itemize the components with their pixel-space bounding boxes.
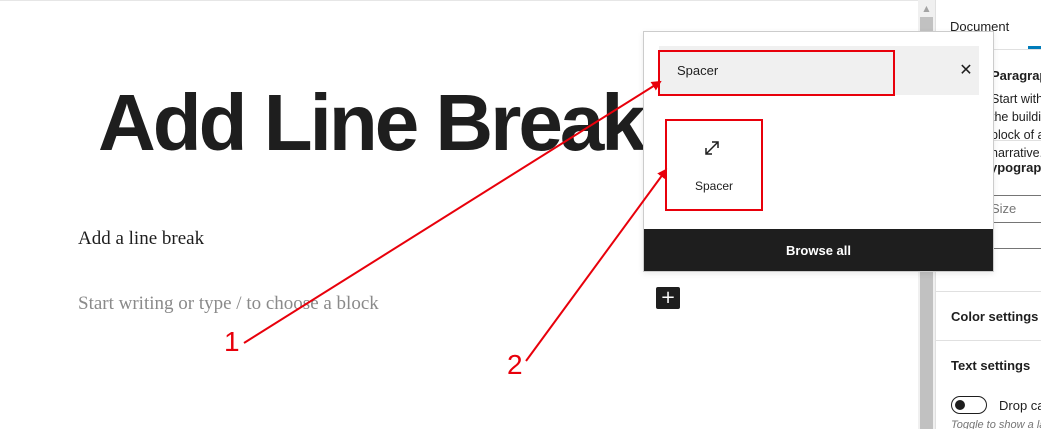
drop-cap-label: Drop cap [999,398,1041,413]
block-search: ✕ [659,46,979,95]
block-result-spacer[interactable]: Spacer [666,122,762,210]
browse-all-button[interactable]: Browse all [644,229,993,271]
block-card-title: Paragraph [991,68,1041,83]
top-divider [0,0,918,1]
scroll-up-arrow-icon[interactable]: ▲ [918,0,935,17]
sidebar-divider [936,291,1041,292]
text-settings-panel[interactable]: Text settings [951,358,1030,373]
empty-block-placeholder[interactable]: Start writing or type / to choose a bloc… [78,293,379,315]
drop-cap-toggle[interactable] [951,396,987,414]
block-result-label: Spacer [694,179,734,193]
color-settings-panel[interactable]: Color settings [951,309,1038,324]
close-icon[interactable]: ✕ [957,61,975,79]
block-card-description: Start with the building block of all nar… [991,92,1041,160]
toggle-knob [955,399,965,410]
spacer-resize-icon [705,141,719,155]
drop-cap-help: Toggle to show a large initial letter. [951,419,1041,429]
sidebar-divider [936,340,1041,341]
plus-icon: + [660,287,676,308]
post-title[interactable]: Add Line Break [98,78,643,168]
block-inserter-popover: ✕ Spacer Browse all [643,31,994,272]
paragraph-block[interactable]: Add a line break [78,228,204,250]
add-block-button[interactable]: + [656,287,680,309]
block-search-input[interactable] [659,46,939,95]
